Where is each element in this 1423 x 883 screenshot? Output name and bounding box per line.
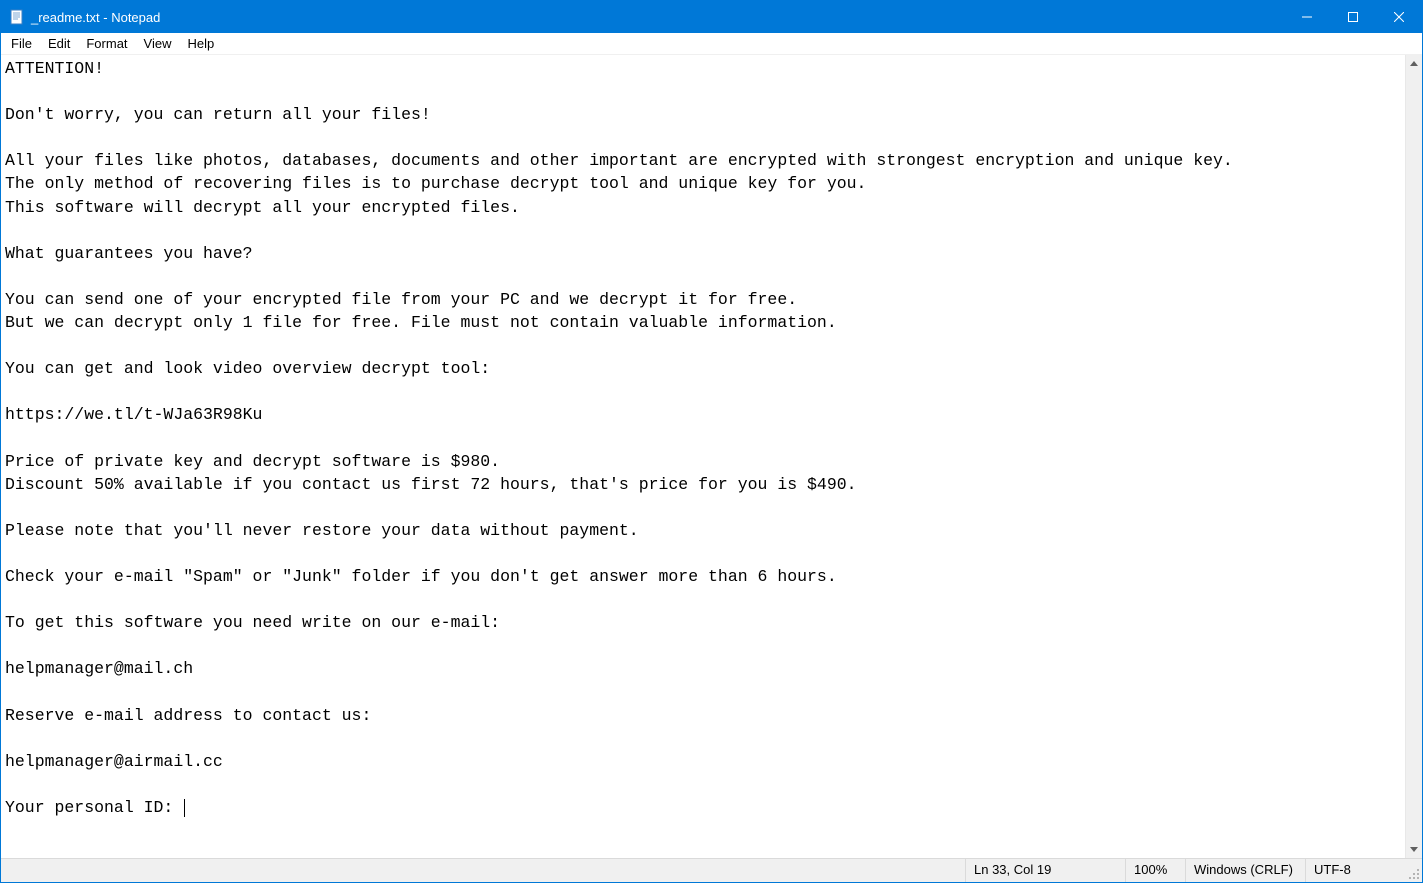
- content-area: ATTENTION! Don't worry, you can return a…: [1, 55, 1422, 858]
- vertical-scrollbar[interactable]: [1405, 55, 1422, 858]
- status-cursor-position: Ln 33, Col 19: [966, 859, 1126, 882]
- resize-grip[interactable]: [1406, 859, 1422, 882]
- window-controls: [1284, 1, 1422, 33]
- statusbar: Ln 33, Col 19 100% Windows (CRLF) UTF-8: [1, 858, 1422, 882]
- text-caret: [184, 799, 185, 817]
- menu-edit[interactable]: Edit: [40, 34, 78, 53]
- notepad-window: _readme.txt - Notepad File Edit Format V…: [0, 0, 1423, 883]
- minimize-button[interactable]: [1284, 1, 1330, 33]
- titlebar[interactable]: _readme.txt - Notepad: [1, 1, 1422, 33]
- close-button[interactable]: [1376, 1, 1422, 33]
- document-text: ATTENTION! Don't worry, you can return a…: [5, 59, 1233, 817]
- status-encoding: UTF-8: [1306, 859, 1406, 882]
- window-title: _readme.txt - Notepad: [31, 10, 1284, 25]
- status-line-ending: Windows (CRLF): [1186, 859, 1306, 882]
- scroll-down-arrow[interactable]: [1406, 841, 1422, 858]
- menu-help[interactable]: Help: [179, 34, 222, 53]
- scroll-track[interactable]: [1406, 72, 1422, 841]
- scroll-up-arrow[interactable]: [1406, 55, 1422, 72]
- status-zoom: 100%: [1126, 859, 1186, 882]
- notepad-icon: [9, 9, 25, 25]
- menu-view[interactable]: View: [136, 34, 180, 53]
- menu-format[interactable]: Format: [78, 34, 135, 53]
- maximize-button[interactable]: [1330, 1, 1376, 33]
- text-editor[interactable]: ATTENTION! Don't worry, you can return a…: [1, 55, 1405, 858]
- status-spacer: [1, 859, 966, 882]
- menu-file[interactable]: File: [3, 34, 40, 53]
- menubar: File Edit Format View Help: [1, 33, 1422, 55]
